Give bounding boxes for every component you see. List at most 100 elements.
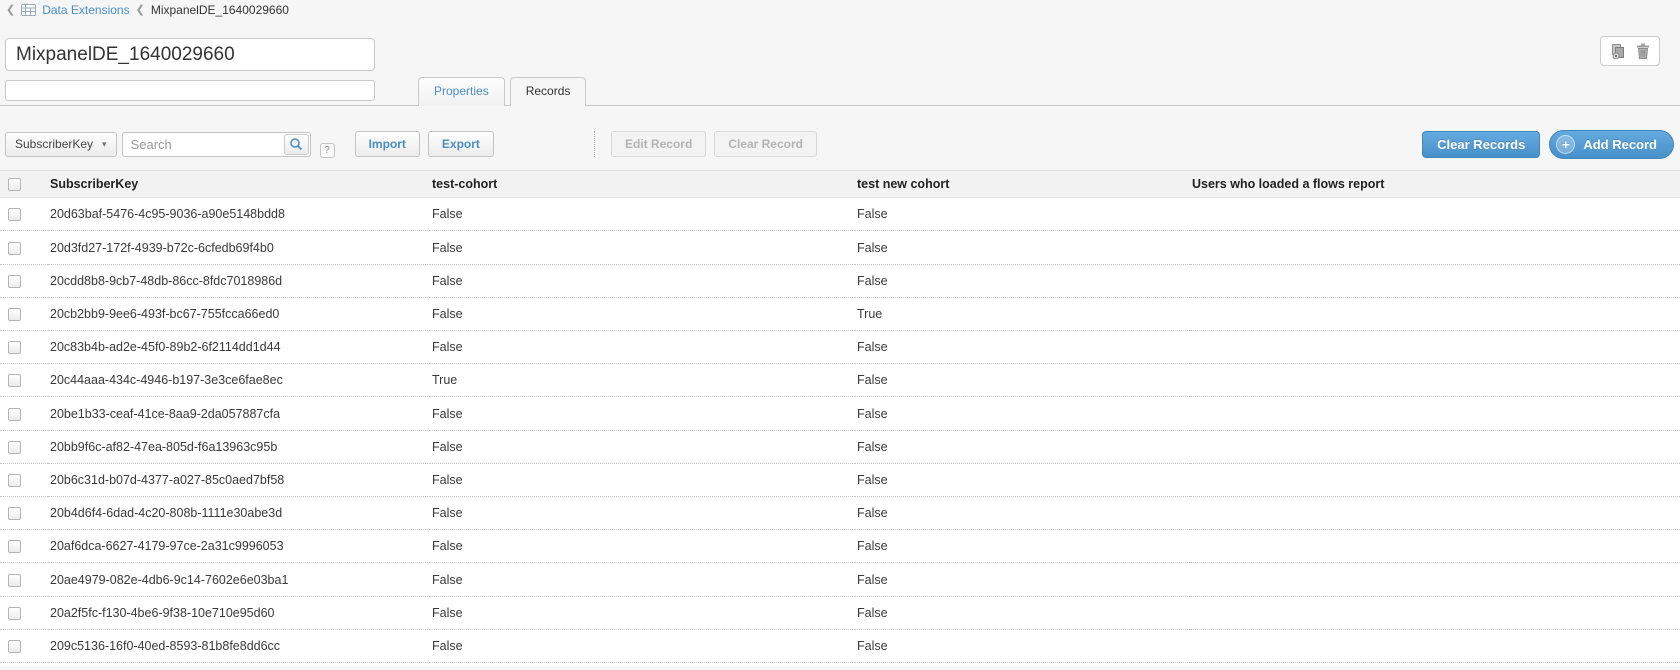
row-checkbox[interactable]: [8, 408, 21, 421]
select-all-checkbox[interactable]: [8, 178, 21, 191]
cell-subscriberkey: 20cdd8b8-9cb7-48db-86cc-8fdc7018986d: [48, 264, 430, 297]
table-row: 20b4d6f4-6dad-4c20-808b-1111e30abe3d Fals…: [0, 497, 1680, 530]
table-row: 20c44aaa-434c-4946-b197-3e3ce6fae8ecTrue…: [0, 364, 1680, 397]
de-name-input[interactable]: [5, 38, 375, 71]
table-row: 20c83b4b-ad2e-45f0-89b2-6f2114dd1d44Fals…: [0, 331, 1680, 364]
cell-test-new-cohort: False: [855, 397, 1190, 430]
cell-flows-report: [1190, 364, 1680, 397]
cell-test-cohort: False: [430, 530, 855, 563]
table-row: 20af6dca-6627-4179-97ce-2a31c9996053Fals…: [0, 530, 1680, 563]
cell-flows-report: [1190, 397, 1680, 430]
trash-icon[interactable]: [1636, 43, 1650, 59]
chevron-down-icon: ▾: [102, 139, 107, 150]
cell-test-new-cohort: False: [855, 364, 1190, 397]
breadcrumb-link-data-extensions[interactable]: Data Extensions: [42, 3, 129, 17]
cell-subscriberkey: 20b4d6f4-6dad-4c20-808b-1111e30abe3d: [48, 497, 430, 530]
table-row: 20a2f5fc-f130-4be6-9f38-10e710e95d60Fals…: [0, 596, 1680, 629]
cell-test-new-cohort: False: [855, 629, 1190, 662]
cell-flows-report: [1190, 331, 1680, 364]
table-row: 20b6c31d-b07d-4377-a027-85c0aed7bf58Fals…: [0, 463, 1680, 496]
cell-subscriberkey: 20d3fd27-172f-4939-b72c-6cfedb69f4b0: [48, 231, 430, 264]
cell-test-cohort: True: [430, 364, 855, 397]
table-row: 20d63baf-5476-4c95-9036-a90e5148bdd8Fals…: [0, 198, 1680, 231]
row-checkbox[interactable]: [8, 474, 21, 487]
cell-test-cohort: False: [430, 331, 855, 364]
toolbar-divider: [594, 131, 595, 157]
row-checkbox[interactable]: [8, 507, 21, 520]
tab-records[interactable]: Records: [510, 77, 587, 106]
cell-subscriberkey: 20bb9f6c-af82-47ea-805d-f6a13963c95b: [48, 430, 430, 463]
de-description-input[interactable]: [5, 80, 375, 101]
table-row: 20ae4979-082e-4db6-9c14-7602e6e03ba1Fals…: [0, 563, 1680, 596]
cell-test-cohort: False: [430, 264, 855, 297]
search-icon: [289, 137, 303, 151]
column-header-flows-report[interactable]: Users who loaded a flows report: [1190, 171, 1680, 198]
row-checkbox[interactable]: [8, 275, 21, 288]
cell-flows-report: [1190, 231, 1680, 264]
row-checkbox[interactable]: [8, 574, 21, 587]
column-header-test-new-cohort[interactable]: test new cohort: [855, 171, 1190, 198]
cell-subscriberkey: 209c5136-16f0-40ed-8593-81b8fe8dd6cc: [48, 629, 430, 662]
cell-test-new-cohort: False: [855, 264, 1190, 297]
back-chevron-icon[interactable]: ❮: [6, 5, 15, 16]
cell-flows-report: [1190, 563, 1680, 596]
column-header-subscriberkey[interactable]: SubscriberKey: [48, 171, 430, 198]
table-header-row: SubscriberKey test-cohort test new cohor…: [0, 171, 1680, 198]
add-record-button[interactable]: + Add Record: [1549, 130, 1674, 159]
cell-flows-report: [1190, 264, 1680, 297]
records-toolbar: SubscriberKey ▾ ? Import Export Edit Rec…: [0, 106, 1680, 162]
row-checkbox[interactable]: [8, 441, 21, 454]
clear-record-button[interactable]: Clear Record: [714, 131, 817, 157]
cell-subscriberkey: 20b6c31d-b07d-4377-a027-85c0aed7bf58: [48, 463, 430, 496]
cell-subscriberkey: 20a2f5fc-f130-4be6-9f38-10e710e95d60: [48, 596, 430, 629]
row-checkbox[interactable]: [8, 242, 21, 255]
records-table-body: 20d63baf-5476-4c95-9036-a90e5148bdd8Fals…: [0, 198, 1680, 663]
plus-icon: +: [1556, 135, 1575, 154]
table-row: 20bb9f6c-af82-47ea-805d-f6a13963c95b Fals…: [0, 430, 1680, 463]
cell-test-cohort: False: [430, 297, 855, 330]
tab-properties[interactable]: Properties: [418, 77, 505, 106]
cell-subscriberkey: 20be1b33-ceaf-41ce-8aa9-2da057887cfa: [48, 397, 430, 430]
table-row: 20d3fd27-172f-4939-b72c-6cfedb69f4b0Fals…: [0, 231, 1680, 264]
row-checkbox[interactable]: [8, 374, 21, 387]
edit-record-button[interactable]: Edit Record: [611, 131, 706, 157]
cell-subscriberkey: 20cb2bb9-9ee6-493f-bc67-755fcca66ed0: [48, 297, 430, 330]
search-box: [122, 132, 311, 157]
search-field-dropdown[interactable]: SubscriberKey ▾: [5, 132, 117, 157]
cell-subscriberkey: 20c44aaa-434c-4946-b197-3e3ce6fae8ec: [48, 364, 430, 397]
cell-test-new-cohort: False: [855, 497, 1190, 530]
clear-records-button[interactable]: Clear Records: [1422, 131, 1540, 158]
row-checkbox[interactable]: [8, 607, 21, 620]
cell-flows-report: [1190, 596, 1680, 629]
cell-test-new-cohort: False: [855, 331, 1190, 364]
row-checkbox[interactable]: [8, 308, 21, 321]
cell-test-cohort: False: [430, 596, 855, 629]
export-button[interactable]: Export: [428, 131, 494, 157]
row-checkbox[interactable]: [8, 540, 21, 553]
search-field-dropdown-label: SubscriberKey: [15, 137, 93, 151]
row-checkbox[interactable]: [8, 341, 21, 354]
help-button[interactable]: ?: [320, 143, 335, 158]
cell-test-new-cohort: True: [855, 297, 1190, 330]
add-record-label: Add Record: [1583, 137, 1657, 152]
search-input[interactable]: [123, 137, 284, 152]
cell-test-new-cohort: False: [855, 596, 1190, 629]
cell-subscriberkey: 20ae4979-082e-4db6-9c14-7602e6e03ba1: [48, 563, 430, 596]
row-checkbox[interactable]: [8, 208, 21, 221]
cell-test-cohort: False: [430, 198, 855, 231]
search-button[interactable]: [284, 134, 309, 155]
column-header-test-cohort[interactable]: test-cohort: [430, 171, 855, 198]
copy-icon[interactable]: [1610, 43, 1626, 59]
cell-subscriberkey: 20af6dca-6627-4179-97ce-2a31c9996053: [48, 530, 430, 563]
cell-test-cohort: False: [430, 563, 855, 596]
header-actions: [1600, 36, 1660, 66]
cell-test-new-cohort: False: [855, 430, 1190, 463]
breadcrumb-current: MixpanelDE_1640029660: [151, 3, 289, 17]
records-table: SubscriberKey test-cohort test new cohor…: [0, 171, 1680, 663]
cell-flows-report: [1190, 198, 1680, 231]
cell-test-new-cohort: False: [855, 563, 1190, 596]
cell-flows-report: [1190, 497, 1680, 530]
import-button[interactable]: Import: [355, 131, 420, 157]
cell-test-new-cohort: False: [855, 530, 1190, 563]
row-checkbox[interactable]: [8, 640, 21, 653]
